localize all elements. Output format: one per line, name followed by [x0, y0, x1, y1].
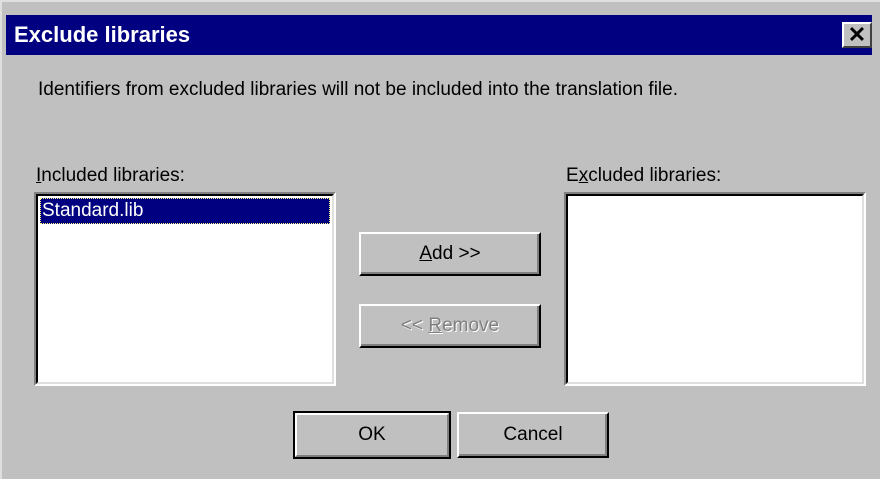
- excluded-label-prefix: E: [566, 165, 579, 186]
- list-item[interactable]: Standard.lib: [40, 198, 330, 224]
- ok-button[interactable]: OK: [293, 411, 451, 459]
- cancel-button[interactable]: Cancel: [457, 412, 609, 458]
- included-label-rest: ncluded libraries:: [41, 165, 185, 186]
- included-libraries-label: Included libraries:: [36, 164, 185, 188]
- add-button[interactable]: Add >>: [359, 232, 541, 276]
- excluded-libraries-label: Excluded libraries:: [566, 164, 721, 188]
- add-label: dd >>: [432, 243, 481, 264]
- dialog-title: Exclude libraries: [14, 22, 191, 47]
- close-icon: ✕: [847, 22, 867, 47]
- remove-prefix: <<: [400, 315, 429, 336]
- cancel-label: Cancel: [503, 424, 563, 445]
- excluded-label-rest: cluded libraries:: [588, 165, 722, 186]
- remove-mnemonic: R: [428, 315, 443, 336]
- excluded-list-frame: [566, 194, 864, 384]
- excluded-libraries-list[interactable]: [564, 192, 866, 386]
- remove-button[interactable]: << Remove: [359, 304, 541, 348]
- description-text: Identifiers from excluded libraries will…: [38, 79, 678, 100]
- exclude-libraries-dialog: Exclude libraries ✕ Identifiers from exc…: [0, 0, 880, 479]
- remove-label: emove: [442, 315, 500, 336]
- title-bar: Exclude libraries ✕: [6, 15, 872, 55]
- add-mnemonic: A: [419, 243, 433, 264]
- ok-label: OK: [358, 424, 386, 445]
- included-list-frame: Standard.lib: [36, 194, 334, 384]
- included-libraries-list[interactable]: Standard.lib: [34, 192, 336, 386]
- close-button[interactable]: ✕: [842, 22, 872, 48]
- excluded-label-mnemonic: x: [578, 165, 589, 186]
